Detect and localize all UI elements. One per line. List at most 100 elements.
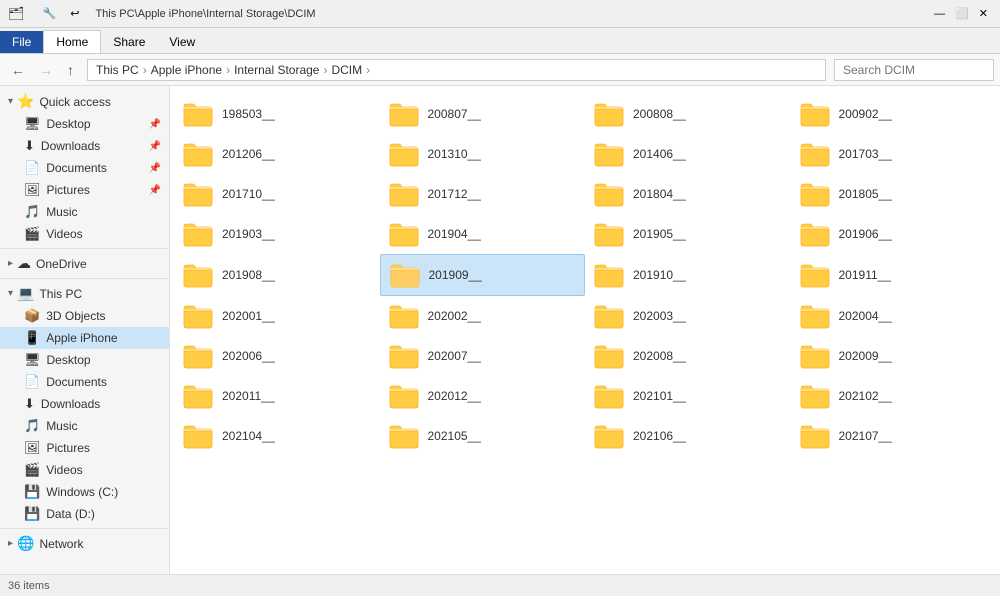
sidebar-header-quickaccess[interactable]: ▾ ⭐ Quick access [0, 90, 169, 113]
sidebar-item-data-d[interactable]: 💾 Data (D:) [0, 503, 169, 525]
sidebar-item-documents-pc[interactable]: 📄 Documents [0, 371, 169, 393]
folder-item[interactable]: 202002__ [380, 296, 586, 336]
sidebar-item-apple-iphone[interactable]: 📱 Apple iPhone [0, 327, 169, 349]
folder-name: 201703__ [839, 147, 892, 161]
breadcrumb-dcim[interactable]: DCIM [331, 63, 362, 77]
sidebar-header-network[interactable]: ▸ 🌐 Network [0, 532, 169, 555]
ribbon-tab-home[interactable]: Home [43, 30, 101, 53]
folder-item[interactable]: 201310__ [380, 134, 586, 174]
folder-name: 202001__ [222, 309, 275, 323]
folder-item[interactable]: 200902__ [791, 94, 997, 134]
folder-item[interactable]: 201908__ [174, 254, 380, 296]
up-button[interactable]: ↑ [62, 59, 79, 81]
folder-name: 202009__ [839, 349, 892, 363]
folder-item[interactable]: 202102__ [791, 376, 997, 416]
folder-item[interactable]: 201904__ [380, 214, 586, 254]
sidebar-item-windows-c[interactable]: 💾 Windows (C:) [0, 481, 169, 503]
sidebar-item-videos-qa[interactable]: 🎬 Videos [0, 223, 169, 245]
folder-icon [388, 100, 420, 128]
folder-item[interactable]: 202107__ [791, 416, 997, 456]
folder-icon [182, 100, 214, 128]
folder-icon [593, 342, 625, 370]
ribbon-tab-share[interactable]: Share [101, 31, 157, 53]
breadcrumb-thispc[interactable]: This PC [96, 63, 139, 77]
folder-item[interactable]: 201910__ [585, 254, 791, 296]
undo-button[interactable]: ↩ [66, 5, 83, 22]
folder-item[interactable]: 202008__ [585, 336, 791, 376]
sidebar-header-thispc[interactable]: ▾ 💻 This PC [0, 282, 169, 305]
folder-item[interactable]: 202009__ [791, 336, 997, 376]
folder-icon [799, 302, 831, 330]
pictures-qa-icon: 🖼 [24, 182, 41, 198]
folder-icon [182, 261, 214, 289]
sidebar-item-desktop-qa[interactable]: 🖥 Desktop 📌 [0, 113, 169, 135]
folder-icon [593, 140, 625, 168]
folder-name: 201906__ [839, 227, 892, 241]
iphone-label: Apple iPhone [46, 331, 117, 345]
folder-item[interactable]: 202006__ [174, 336, 380, 376]
folder-item[interactable]: 202105__ [380, 416, 586, 456]
folder-item[interactable]: 202106__ [585, 416, 791, 456]
folder-item[interactable]: 201406__ [585, 134, 791, 174]
desktop-qa-pin: 📌 [149, 119, 161, 130]
sidebar-item-downloads-pc[interactable]: ⬇ Downloads [0, 393, 169, 415]
folder-item[interactable]: 198503__ [174, 94, 380, 134]
sidebar-divider-3 [0, 528, 169, 529]
sidebar-item-desktop-pc[interactable]: 🖥 Desktop [0, 349, 169, 371]
music-pc-label: Music [46, 419, 77, 433]
sidebar-item-pictures-qa[interactable]: 🖼 Pictures 📌 [0, 179, 169, 201]
folder-item[interactable]: 201805__ [791, 174, 997, 214]
folder-item[interactable]: 202003__ [585, 296, 791, 336]
folder-name: 202106__ [633, 429, 686, 443]
folder-item[interactable]: 201906__ [791, 214, 997, 254]
folder-item[interactable]: 201903__ [174, 214, 380, 254]
sidebar-item-3dobjects[interactable]: 📦 3D Objects [0, 305, 169, 327]
back-button[interactable]: ← [6, 59, 30, 81]
folder-item[interactable]: 201911__ [791, 254, 997, 296]
sidebar-item-music-qa[interactable]: 🎵 Music [0, 201, 169, 223]
folder-icon [799, 140, 831, 168]
folder-item[interactable]: 201712__ [380, 174, 586, 214]
sidebar-item-downloads-qa[interactable]: ⬇ Downloads 📌 [0, 135, 169, 157]
folder-item[interactable]: 201703__ [791, 134, 997, 174]
folder-icon [799, 422, 831, 450]
folder-item[interactable]: 202007__ [380, 336, 586, 376]
folder-item[interactable]: 201710__ [174, 174, 380, 214]
breadcrumb-storage[interactable]: Internal Storage [234, 63, 319, 77]
content-area: 198503__ 200807__ 200808__ 200902__ 2012… [170, 86, 1000, 574]
address-bar[interactable]: This PC › Apple iPhone › Internal Storag… [87, 59, 826, 81]
sidebar-item-videos-pc[interactable]: 🎬 Videos [0, 459, 169, 481]
maximize-button[interactable]: ⬜ [951, 5, 973, 22]
folder-item[interactable]: 202104__ [174, 416, 380, 456]
folder-icon [388, 302, 420, 330]
properties-button[interactable]: 🔧 [39, 5, 61, 22]
minimize-button[interactable]: — [930, 5, 949, 22]
folder-item[interactable]: 202011__ [174, 376, 380, 416]
folder-item[interactable]: 201206__ [174, 134, 380, 174]
folder-item[interactable]: 201909__ [380, 254, 586, 296]
folder-item[interactable]: 202101__ [585, 376, 791, 416]
sidebar-header-onedrive[interactable]: ▸ ☁ OneDrive [0, 252, 169, 275]
search-input[interactable] [834, 59, 994, 81]
folder-item[interactable]: 202004__ [791, 296, 997, 336]
folder-item[interactable]: 200808__ [585, 94, 791, 134]
close-button[interactable]: ✕ [975, 5, 992, 22]
sidebar-item-pictures-pc[interactable]: 🖼 Pictures [0, 437, 169, 459]
folder-name: 201911__ [839, 268, 892, 282]
sidebar-section-quickaccess: ▾ ⭐ Quick access 🖥 Desktop 📌 ⬇ Downloads… [0, 90, 169, 245]
sidebar-divider-2 [0, 278, 169, 279]
folder-item[interactable]: 200807__ [380, 94, 586, 134]
folder-item[interactable]: 201905__ [585, 214, 791, 254]
documents-qa-icon: 📄 [24, 160, 40, 176]
thispc-label: This PC [39, 287, 82, 301]
folder-item[interactable]: 202001__ [174, 296, 380, 336]
ribbon-tab-file[interactable]: File [0, 31, 43, 53]
folder-item[interactable]: 201804__ [585, 174, 791, 214]
breadcrumb-iphone[interactable]: Apple iPhone [151, 63, 222, 77]
sidebar-item-documents-qa[interactable]: 📄 Documents 📌 [0, 157, 169, 179]
sidebar-item-music-pc[interactable]: 🎵 Music [0, 415, 169, 437]
folder-item[interactable]: 202012__ [380, 376, 586, 416]
ribbon-tab-view[interactable]: View [157, 31, 207, 53]
forward-button[interactable]: → [34, 59, 58, 81]
data-d-icon: 💾 [24, 506, 40, 522]
